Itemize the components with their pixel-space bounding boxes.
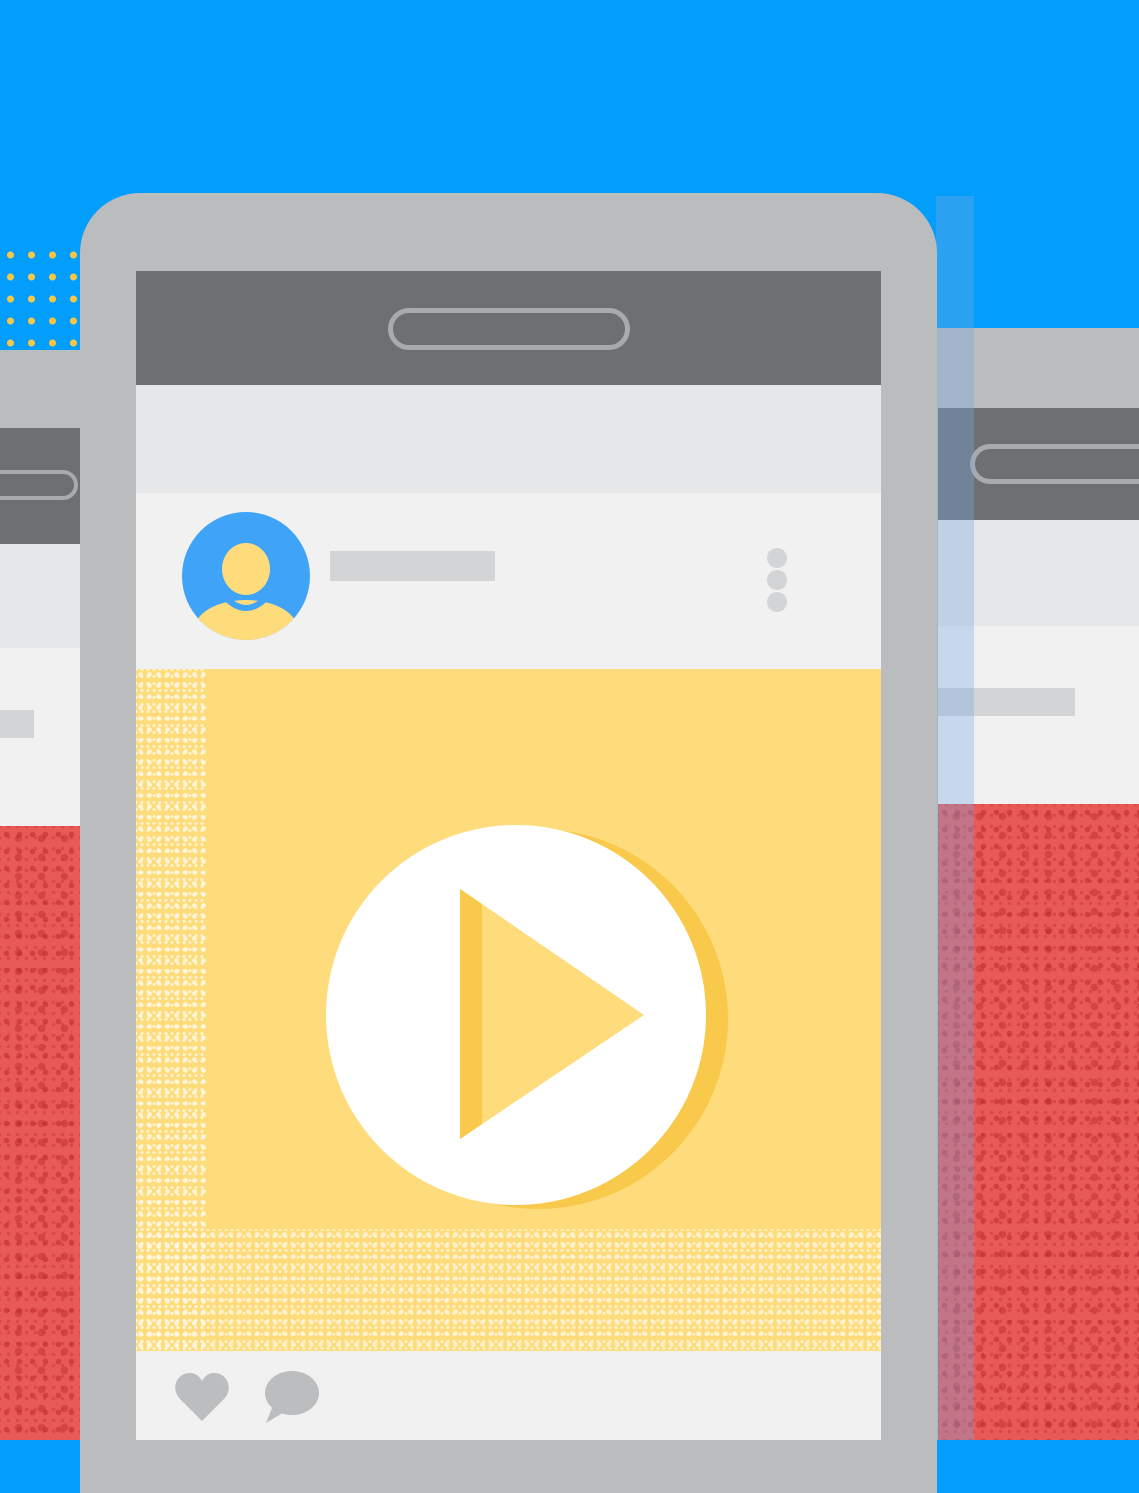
left-phone-media <box>0 826 80 1440</box>
left-phone-header <box>0 544 80 648</box>
left-phone-speaker <box>0 470 78 500</box>
front-phone-screen <box>136 271 881 1440</box>
left-phone-screen <box>0 428 80 1440</box>
username-placeholder[interactable] <box>330 551 495 581</box>
app-header-bar[interactable] <box>136 385 881 493</box>
illustration-scene <box>0 0 1139 1493</box>
left-phone-name-placeholder <box>0 710 34 738</box>
earpiece-speaker <box>388 308 630 350</box>
dot-pattern-decoration <box>0 244 82 350</box>
media-texture-bottom <box>136 1229 881 1351</box>
left-background-phone <box>0 350 90 1440</box>
video-media[interactable] <box>136 669 881 1351</box>
play-icon[interactable] <box>326 825 730 1209</box>
more-vert-icon[interactable] <box>764 547 790 617</box>
comment-icon[interactable] <box>260 1369 320 1425</box>
left-phone-post-row <box>0 648 80 826</box>
right-phone-speaker <box>970 444 1139 484</box>
post-actions <box>136 1351 881 1440</box>
user-avatar-icon[interactable] <box>182 512 310 640</box>
post-header <box>136 493 881 669</box>
front-phone <box>80 193 937 1493</box>
phone-shadow-overlay <box>936 196 974 1440</box>
heart-icon[interactable] <box>174 1371 230 1423</box>
